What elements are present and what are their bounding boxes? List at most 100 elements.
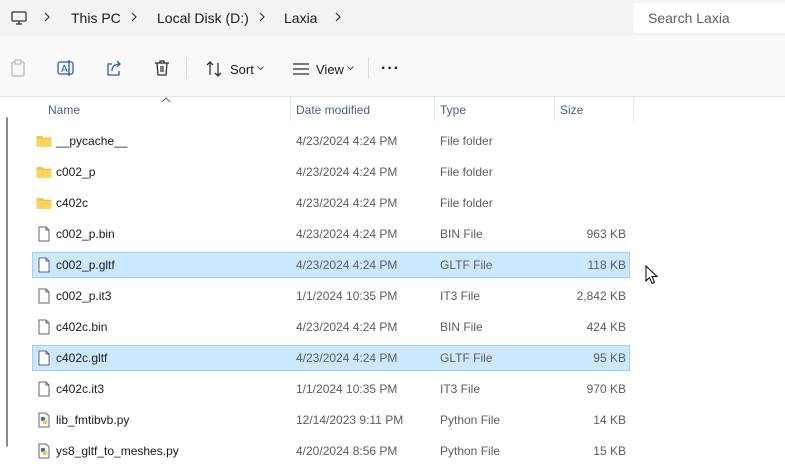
folder-icon xyxy=(36,195,52,211)
file-row[interactable]: c402c.gltf 4/23/2024 4:24 PM GLTF File 95 K… xyxy=(32,345,630,371)
file-icon xyxy=(36,257,52,273)
file-size: 970 KB xyxy=(586,382,626,396)
sort-button[interactable]: Sort xyxy=(200,56,270,82)
file-row[interactable]: c402c 4/23/2024 4:24 PM File folder xyxy=(32,190,630,216)
file-date-modified: 1/1/2024 10:35 PM xyxy=(296,382,398,396)
file-row[interactable]: c002_p.it3 1/1/2024 10:35 PM IT3 File 2,842… xyxy=(32,283,630,309)
file-size: 95 KB xyxy=(593,351,626,365)
file-date-modified: 4/23/2024 4:24 PM xyxy=(296,165,398,179)
breadcrumb-laxia[interactable]: Laxia xyxy=(284,10,317,26)
more-options-button[interactable]: ··· xyxy=(381,60,400,78)
file-size: 15 KB xyxy=(593,444,626,458)
view-icon xyxy=(293,63,309,75)
file-list: Name Date modified Type Size __pycache__… xyxy=(0,97,785,476)
svg-text:A: A xyxy=(61,64,68,75)
file-date-modified: 1/1/2024 10:35 PM xyxy=(296,289,398,303)
file-row[interactable]: ys8_gltf_to_meshes.py 4/20/2024 8:56 PM Py… xyxy=(32,438,630,464)
toolbar-divider xyxy=(368,57,369,79)
search-placeholder: Search Laxia xyxy=(648,10,730,26)
file-type: GLTF File xyxy=(440,351,493,365)
file-icon xyxy=(36,226,52,242)
column-header-name[interactable]: Name xyxy=(48,103,80,117)
chevron-right-icon[interactable] xyxy=(333,11,343,23)
share-icon[interactable] xyxy=(104,58,124,78)
file-name: c402c.gltf xyxy=(56,351,108,365)
file-type: Python File xyxy=(440,444,501,458)
delete-icon[interactable] xyxy=(152,58,172,78)
file-name: c002_p.it3 xyxy=(56,289,112,303)
file-type: IT3 File xyxy=(440,382,481,396)
sort-label: Sort xyxy=(230,62,254,77)
toolbar-divider xyxy=(186,57,187,79)
breadcrumb-local-disk[interactable]: Local Disk (D:) xyxy=(157,10,249,26)
python-file-icon xyxy=(36,443,52,459)
file-date-modified: 4/20/2024 8:56 PM xyxy=(296,444,398,458)
column-divider[interactable] xyxy=(290,97,291,121)
python-file-icon xyxy=(36,412,52,428)
file-size: 963 KB xyxy=(586,227,626,241)
file-icon xyxy=(36,319,52,335)
file-size: 2,842 KB xyxy=(576,289,626,303)
file-size: 424 KB xyxy=(586,320,626,334)
file-type: BIN File xyxy=(440,227,483,241)
file-row[interactable]: c002_p.bin 4/23/2024 4:24 PM BIN File 963 K… xyxy=(32,221,630,247)
file-type: File folder xyxy=(440,196,493,210)
file-date-modified: 4/23/2024 4:24 PM xyxy=(296,227,398,241)
file-date-modified: 4/23/2024 4:24 PM xyxy=(296,320,398,334)
chevron-right-icon[interactable] xyxy=(257,11,267,23)
address-bar: This PC Local Disk (D:) Laxia Search Lax… xyxy=(0,0,785,36)
folder-icon xyxy=(36,164,52,180)
sort-ascending-icon xyxy=(161,97,171,103)
chevron-right-icon[interactable] xyxy=(129,11,139,23)
file-row[interactable]: lib_fmtibvb.py 12/14/2023 9:11 PM Python F… xyxy=(32,407,630,433)
chevron-right-icon[interactable] xyxy=(42,11,52,23)
file-size: 118 KB xyxy=(587,258,626,272)
folder-icon xyxy=(36,133,52,149)
file-icon xyxy=(36,350,52,366)
vertical-scrollbar[interactable] xyxy=(6,117,8,447)
rename-icon[interactable]: A xyxy=(56,58,76,78)
file-name: c002_p xyxy=(56,165,96,179)
file-date-modified: 4/23/2024 4:24 PM xyxy=(296,351,398,365)
view-button[interactable]: View xyxy=(288,56,358,82)
column-header-size[interactable]: Size xyxy=(560,103,583,117)
file-name: c402c.bin xyxy=(56,320,108,334)
file-row[interactable]: c402c.it3 1/1/2024 10:35 PM IT3 File 970 KB xyxy=(32,376,630,402)
file-date-modified: 4/23/2024 4:24 PM xyxy=(296,134,398,148)
column-divider[interactable] xyxy=(434,97,435,121)
file-type: Python File xyxy=(440,413,501,427)
file-name: __pycache__ xyxy=(56,134,128,148)
file-row[interactable]: c002_p.gltf 4/23/2024 4:24 PM GLTF File 118… xyxy=(32,252,630,278)
file-type: File folder xyxy=(440,134,493,148)
file-type: GLTF File xyxy=(440,258,493,272)
column-header-date[interactable]: Date modified xyxy=(296,103,370,117)
sort-icon xyxy=(206,61,222,77)
mouse-cursor-icon xyxy=(645,265,659,285)
file-row[interactable]: c402c.bin 4/23/2024 4:24 PM BIN File 424 KB xyxy=(32,314,630,340)
command-bar: A Sort View ··· xyxy=(0,36,785,97)
column-divider[interactable] xyxy=(633,97,634,121)
search-input[interactable]: Search Laxia xyxy=(633,3,785,33)
file-name: c402c xyxy=(56,196,89,210)
file-date-modified: 4/23/2024 4:24 PM xyxy=(296,258,398,272)
file-size: 14 KB xyxy=(593,413,626,427)
file-name: c002_p.gltf xyxy=(56,258,115,272)
column-header-type[interactable]: Type xyxy=(440,103,466,117)
file-type: BIN File xyxy=(440,320,483,334)
file-name: c002_p.bin xyxy=(56,227,115,241)
file-name: lib_fmtibvb.py xyxy=(56,413,130,427)
file-date-modified: 12/14/2023 9:11 PM xyxy=(296,413,404,427)
file-icon xyxy=(36,381,52,397)
file-date-modified: 4/23/2024 4:24 PM xyxy=(296,196,398,210)
file-name: c402c.it3 xyxy=(56,382,105,396)
this-pc-icon[interactable] xyxy=(10,9,28,27)
chevron-down-icon xyxy=(347,66,354,71)
file-type: File folder xyxy=(440,165,493,179)
view-label: View xyxy=(316,62,344,77)
column-divider[interactable] xyxy=(554,97,555,121)
file-row[interactable]: __pycache__ 4/23/2024 4:24 PM File folder xyxy=(32,128,630,154)
chevron-down-icon xyxy=(257,66,264,71)
breadcrumb-this-pc[interactable]: This PC xyxy=(71,10,121,26)
file-row[interactable]: c002_p 4/23/2024 4:24 PM File folder xyxy=(32,159,630,185)
paste-icon[interactable] xyxy=(8,58,28,78)
